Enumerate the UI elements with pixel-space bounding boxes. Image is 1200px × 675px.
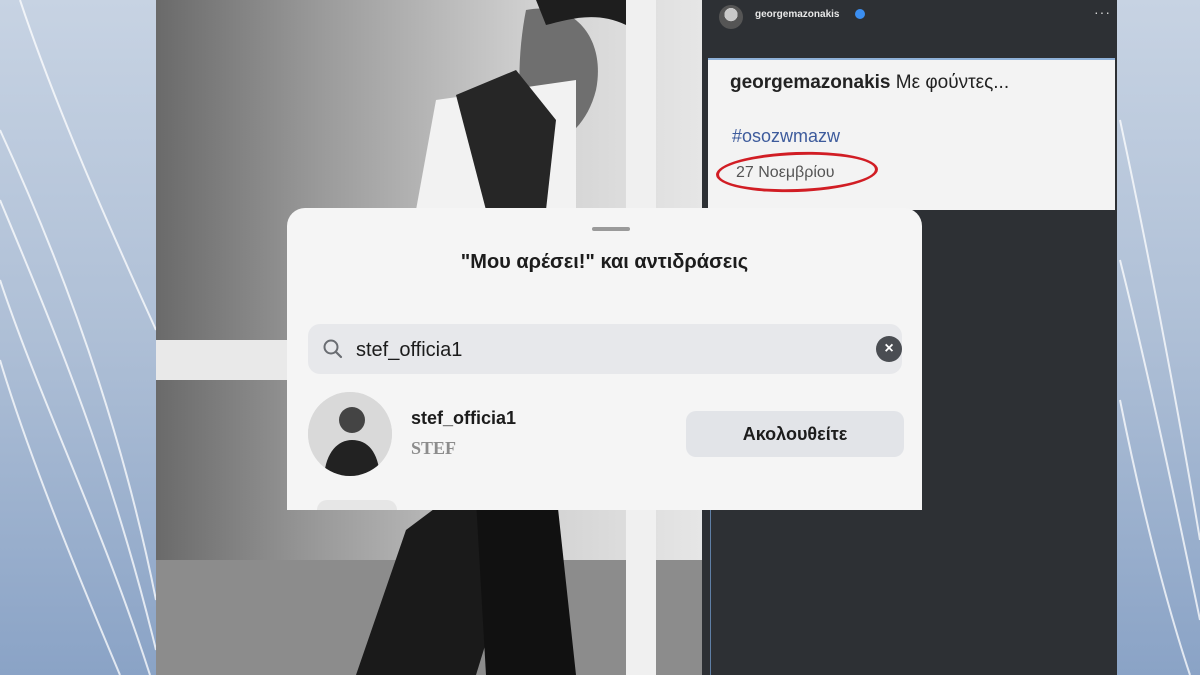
sheet-title: "Μου αρέσει!" και αντιδράσεις xyxy=(460,251,749,273)
post-header: georgemazonakis ··· xyxy=(702,0,1117,58)
sheet-drag-handle[interactable] xyxy=(592,227,630,231)
result-full-name: STEF xyxy=(411,438,457,458)
search-icon xyxy=(323,339,343,359)
caption-box: georgemazonakis Με φούντες... #osozwmazw… xyxy=(708,58,1115,210)
search-input[interactable] xyxy=(354,324,828,376)
more-dots-icon[interactable]: ··· xyxy=(1094,4,1111,20)
author-avatar[interactable] xyxy=(719,5,743,29)
post-date: 27 Νοεμβρίου xyxy=(736,164,835,181)
following-button[interactable]: Ακολουθείτε xyxy=(686,411,904,457)
result-username[interactable]: stef_officia1 xyxy=(411,408,516,429)
avatar[interactable] xyxy=(308,392,392,476)
list-item[interactable]: stef_officia1 STEF Ακολουθείτε xyxy=(308,392,904,476)
next-result-avatar xyxy=(317,500,397,510)
clear-icon[interactable]: × xyxy=(876,336,902,362)
caption-text: Με φούντες... xyxy=(895,72,1010,93)
caption-username[interactable]: georgemazonakis xyxy=(730,72,891,93)
verified-badge-icon xyxy=(855,9,865,19)
post-caption: georgemazonakis Με φούντες... xyxy=(730,72,1009,94)
author-username[interactable]: georgemazonakis xyxy=(755,9,839,20)
search-bar[interactable]: × xyxy=(308,324,902,376)
likes-sheet: "Μου αρέσει!" και αντιδράσεις × stef_off… xyxy=(287,208,922,510)
caption-hashtag[interactable]: #osozwmazw xyxy=(732,126,840,147)
